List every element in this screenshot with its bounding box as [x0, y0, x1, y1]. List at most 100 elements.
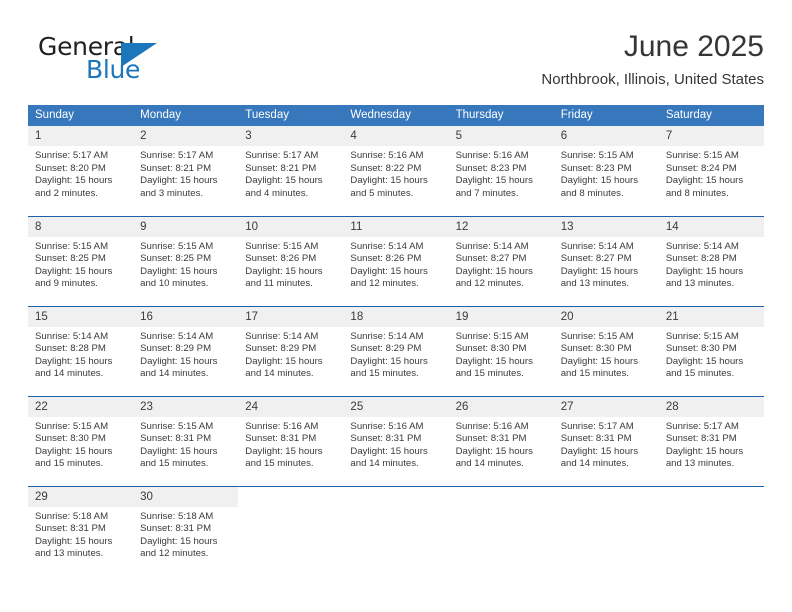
calendar-day-cell[interactable]: 26 Sunrise: 5:16 AM Sunset: 8:31 PM Dayligh…: [448, 395, 554, 486]
sunrise-text: Sunrise: 5:16 AM: [455, 150, 529, 161]
day-number: 25: [343, 396, 449, 417]
day-details: Sunrise: 5:15 AM Sunset: 8:26 PM Daylight:…: [238, 237, 343, 291]
day-details: Sunrise: 5:16 AM Sunset: 8:23 PM Daylight:…: [449, 146, 554, 200]
logo-text-blue: Blue: [86, 55, 141, 84]
calendar-day-cell[interactable]: 1 Sunrise: 5:17 AM Sunset: 8:20 PM Daylight…: [28, 126, 134, 216]
day-number: 6: [553, 126, 659, 146]
sunset-text: Sunset: 8:26 PM: [245, 253, 317, 265]
weekday-header-saturday: Saturday: [658, 105, 764, 126]
day-number: 17: [238, 306, 344, 327]
day-number: 30: [133, 486, 239, 507]
weekday-header-friday: Friday: [553, 105, 659, 126]
calendar-day-cell[interactable]: 30 Sunrise: 5:18 AM Sunset: 8:31 PM Dayligh…: [133, 485, 239, 576]
sunrise-text: Sunrise: 5:15 AM: [455, 330, 529, 342]
calendar-day-cell[interactable]: 21 Sunrise: 5:15 AM Sunset: 8:30 PM Dayligh…: [658, 305, 764, 396]
day-number: [448, 486, 554, 507]
day-details: Sunrise: 5:15 AM Sunset: 8:25 PM Daylight:…: [133, 237, 238, 291]
calendar-day-cell[interactable]: 27 Sunrise: 5:17 AM Sunset: 8:31 PM Dayligh…: [553, 395, 659, 486]
calendar-day-cell[interactable]: 11 Sunrise: 5:14 AM Sunset: 8:26 PM Dayligh…: [343, 215, 449, 306]
day-number: 16: [133, 306, 239, 327]
sunrise-text: Sunrise: 5:15 AM: [140, 420, 214, 432]
day-details: Sunrise: 5:16 AM Sunset: 8:31 PM Daylight:…: [449, 417, 554, 471]
daylight-text: Daylight: 15 hours and 3 minutes.: [140, 175, 218, 199]
day-number: 19: [448, 306, 554, 327]
calendar-day-cell[interactable]: 9 Sunrise: 5:15 AM Sunset: 8:25 PM Daylight…: [133, 215, 239, 306]
day-number: 4: [343, 126, 449, 146]
calendar-day-cell[interactable]: 25 Sunrise: 5:16 AM Sunset: 8:31 PM Dayligh…: [343, 395, 449, 486]
calendar-day-cell[interactable]: 13 Sunrise: 5:14 AM Sunset: 8:27 PM Dayligh…: [553, 215, 659, 306]
calendar-day-cell[interactable]: 6 Sunrise: 5:15 AM Sunset: 8:23 PM Daylight…: [553, 126, 659, 216]
calendar-day-cell[interactable]: 23 Sunrise: 5:15 AM Sunset: 8:31 PM Dayligh…: [133, 395, 239, 486]
calendar-day-cell[interactable]: 18 Sunrise: 5:14 AM Sunset: 8:29 PM Dayligh…: [343, 305, 449, 396]
calendar-day-cell[interactable]: 8 Sunrise: 5:15 AM Sunset: 8:25 PM Daylight…: [28, 215, 134, 306]
daylight-text: Daylight: 15 hours and 14 minutes.: [245, 355, 323, 380]
weekday-header-monday: Monday: [133, 105, 239, 126]
calendar-day-cell[interactable]: 7 Sunrise: 5:15 AM Sunset: 8:24 PM Daylight…: [658, 126, 764, 216]
calendar-day-cell[interactable]: 5 Sunrise: 5:16 AM Sunset: 8:23 PM Daylight…: [448, 126, 554, 216]
day-details: Sunrise: 5:14 AM Sunset: 8:28 PM Daylight:…: [659, 237, 764, 291]
calendar-day-cell[interactable]: 20 Sunrise: 5:15 AM Sunset: 8:30 PM Dayligh…: [553, 305, 659, 396]
weekday-header-sunday: Sunday: [28, 105, 134, 126]
calendar-week-row: 29 Sunrise: 5:18 AM Sunset: 8:31 PM Dayligh…: [28, 485, 764, 576]
calendar-week-row: 1 Sunrise: 5:17 AM Sunset: 8:20 PM Daylight…: [28, 126, 764, 216]
sunset-text: Sunset: 8:30 PM: [35, 433, 106, 445]
day-details: Sunrise: 5:15 AM Sunset: 8:30 PM Daylight:…: [659, 327, 764, 381]
day-number: 10: [238, 216, 344, 237]
calendar-day-cell[interactable]: 4 Sunrise: 5:16 AM Sunset: 8:22 PM Daylight…: [343, 126, 449, 216]
day-number: 18: [343, 306, 449, 327]
sunrise-text: Sunrise: 5:15 AM: [245, 240, 319, 252]
calendar-week-row: 8 Sunrise: 5:15 AM Sunset: 8:25 PM Daylight…: [28, 215, 764, 306]
calendar-day-cell[interactable]: 19 Sunrise: 5:15 AM Sunset: 8:30 PM Dayligh…: [448, 305, 554, 396]
sunrise-text: Sunrise: 5:16 AM: [350, 150, 424, 161]
daylight-text: Daylight: 15 hours and 8 minutes.: [665, 175, 744, 199]
sunset-text: Sunset: 8:30 PM: [560, 343, 632, 355]
day-details: Sunrise: 5:14 AM Sunset: 8:26 PM Daylight:…: [343, 237, 448, 291]
sunrise-text: Sunrise: 5:15 AM: [140, 240, 214, 252]
calendar-day-cell[interactable]: 22 Sunrise: 5:15 AM Sunset: 8:30 PM Dayligh…: [28, 395, 134, 486]
day-details: Sunrise: 5:16 AM Sunset: 8:31 PM Daylight:…: [343, 417, 448, 471]
page-title: June 2025: [623, 30, 764, 63]
day-details: Sunrise: 5:15 AM Sunset: 8:23 PM Daylight:…: [554, 146, 659, 200]
calendar-day-cell[interactable]: 2 Sunrise: 5:17 AM Sunset: 8:21 PM Daylight…: [133, 126, 239, 216]
daylight-text: Daylight: 15 hours and 13 minutes.: [665, 265, 744, 290]
sunset-text: Sunset: 8:25 PM: [140, 253, 212, 265]
sunset-text: Sunset: 8:31 PM: [560, 433, 632, 445]
daylight-text: Daylight: 15 hours and 13 minutes.: [560, 265, 639, 290]
day-details: Sunrise: 5:17 AM Sunset: 8:21 PM Daylight:…: [133, 146, 238, 200]
sunset-text: Sunset: 8:25 PM: [35, 253, 106, 265]
day-details: Sunrise: 5:14 AM Sunset: 8:29 PM Daylight:…: [133, 327, 238, 381]
calendar-day-cell[interactable]: 16 Sunrise: 5:14 AM Sunset: 8:29 PM Dayligh…: [133, 305, 239, 396]
calendar-cell-empty: [343, 485, 449, 576]
sunset-text: Sunset: 8:22 PM: [350, 162, 422, 174]
calendar-day-cell[interactable]: 28 Sunrise: 5:17 AM Sunset: 8:31 PM Dayligh…: [658, 395, 764, 486]
sunrise-text: Sunrise: 5:14 AM: [560, 240, 634, 252]
calendar-day-cell[interactable]: 3 Sunrise: 5:17 AM Sunset: 8:21 PM Daylight…: [238, 126, 344, 216]
day-number: 13: [553, 216, 659, 237]
sunset-text: Sunset: 8:31 PM: [140, 523, 212, 535]
calendar-day-cell[interactable]: 17 Sunrise: 5:14 AM Sunset: 8:29 PM Dayligh…: [238, 305, 344, 396]
daylight-text: Daylight: 15 hours and 12 minutes.: [455, 265, 533, 290]
calendar-day-cell[interactable]: 15 Sunrise: 5:14 AM Sunset: 8:28 PM Dayligh…: [28, 305, 134, 396]
day-number: 20: [553, 306, 659, 327]
daylight-text: Daylight: 15 hours and 2 minutes.: [35, 175, 113, 199]
day-number: 14: [658, 216, 764, 237]
sunset-text: Sunset: 8:27 PM: [455, 253, 527, 265]
sunrise-text: Sunrise: 5:15 AM: [665, 330, 739, 342]
day-details: Sunrise: 5:14 AM Sunset: 8:27 PM Daylight:…: [554, 237, 659, 291]
sunrise-text: Sunrise: 5:17 AM: [560, 420, 634, 432]
day-number: 23: [133, 396, 239, 417]
calendar-page: General Blue June 2025 Northbrook, Illin…: [0, 0, 792, 612]
sunset-text: Sunset: 8:26 PM: [350, 253, 422, 265]
calendar-day-cell[interactable]: 12 Sunrise: 5:14 AM Sunset: 8:27 PM Dayligh…: [448, 215, 554, 306]
general-blue-logo[interactable]: General Blue: [28, 32, 158, 90]
day-number: 28: [658, 396, 764, 417]
calendar-header-row: Sunday Monday Tuesday Wednesday Thursday…: [28, 105, 764, 126]
location-subtitle: Northbrook, Illinois, United States: [541, 71, 764, 88]
daylight-text: Daylight: 15 hours and 14 minutes.: [350, 445, 428, 470]
sunset-text: Sunset: 8:28 PM: [665, 253, 737, 265]
calendar-day-cell[interactable]: 10 Sunrise: 5:15 AM Sunset: 8:26 PM Dayligh…: [238, 215, 344, 306]
day-details: Sunrise: 5:15 AM Sunset: 8:31 PM Daylight:…: [133, 417, 238, 471]
calendar-day-cell[interactable]: 14 Sunrise: 5:14 AM Sunset: 8:28 PM Dayligh…: [658, 215, 764, 306]
calendar-day-cell[interactable]: 24 Sunrise: 5:16 AM Sunset: 8:31 PM Dayligh…: [238, 395, 344, 486]
calendar-day-cell[interactable]: 29 Sunrise: 5:18 AM Sunset: 8:31 PM Dayligh…: [28, 485, 134, 576]
